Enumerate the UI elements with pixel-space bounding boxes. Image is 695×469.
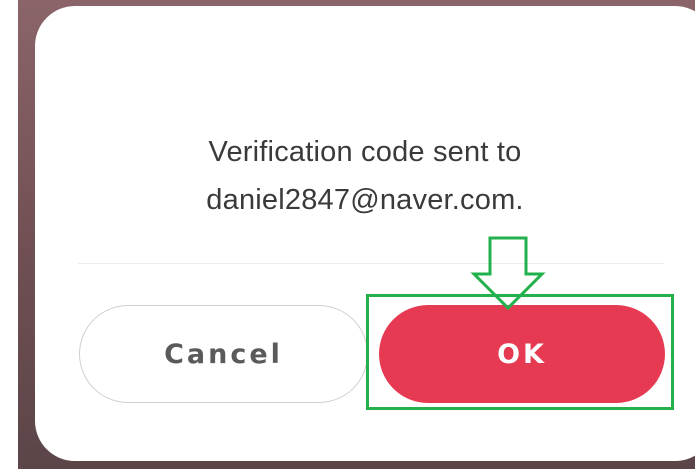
down-arrow-icon: [470, 236, 546, 311]
cancel-button[interactable]: Cancel: [79, 305, 368, 403]
dialog-message: Verification code sent to daniel2847@nav…: [35, 128, 695, 224]
message-line-1: Verification code sent to: [208, 136, 522, 168]
message-line-2: daniel2847@naver.com.: [206, 184, 524, 216]
dialog-divider: [78, 263, 664, 264]
